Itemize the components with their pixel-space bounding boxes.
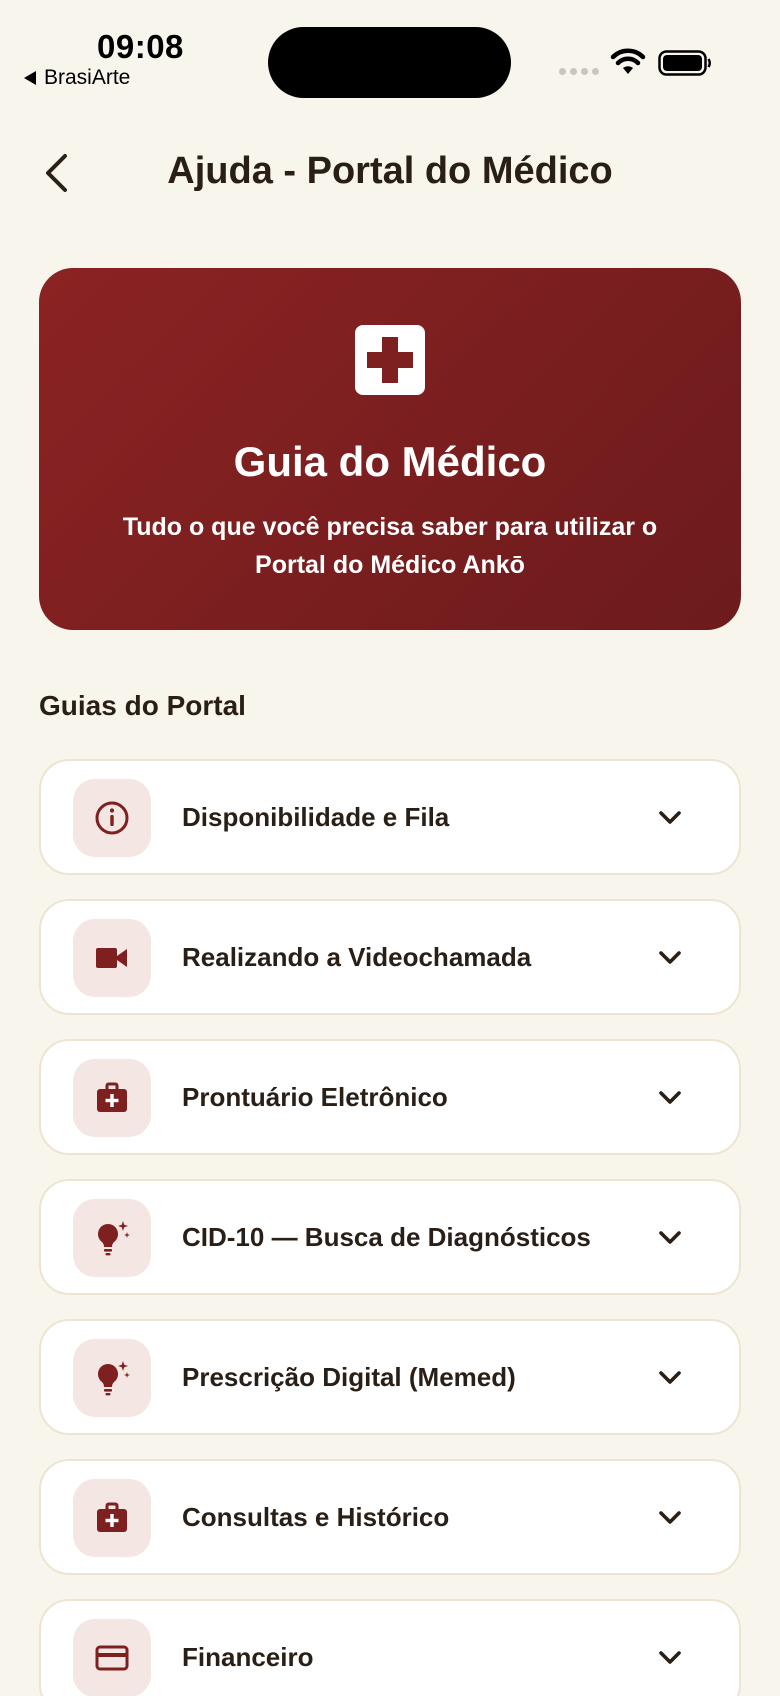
- battery-icon: [658, 50, 711, 76]
- guide-item-label: Financeiro: [182, 1641, 314, 1672]
- chevron-down-icon: [659, 1091, 681, 1104]
- medical-cross-icon: [355, 325, 425, 395]
- dynamic-island: [268, 27, 511, 98]
- status-back-app-label: BrasiArte: [44, 66, 131, 89]
- video-camera-icon: [73, 919, 151, 997]
- chevron-down-icon: [659, 951, 681, 964]
- guide-item-cid10[interactable]: CID-10 — Busca de Diagnósticos: [39, 1179, 741, 1295]
- medical-kit-icon: [73, 1479, 151, 1557]
- back-triangle-icon: [24, 71, 36, 85]
- guide-item-prescricao[interactable]: Prescrição Digital (Memed): [39, 1319, 741, 1435]
- lightbulb-sparkle-icon: [73, 1339, 151, 1417]
- guide-item-label: Realizando a Videochamada: [182, 941, 532, 972]
- guide-item-label: Consultas e Histórico: [182, 1501, 450, 1532]
- guide-item-label: CID-10 — Busca de Diagnósticos: [182, 1221, 591, 1252]
- wifi-icon: [610, 48, 646, 74]
- chevron-down-icon: [659, 1651, 681, 1664]
- credit-card-icon: [73, 1619, 151, 1696]
- guide-item-label: Prescrição Digital (Memed): [182, 1361, 516, 1392]
- hero-card: Guia do Médico Tudo o que você precisa s…: [39, 268, 741, 630]
- status-back-to-app[interactable]: BrasiArte: [24, 66, 130, 90]
- guide-item-label: Disponibilidade e Fila: [182, 801, 450, 832]
- hero-subtitle: Tudo o que você precisa saber para utili…: [122, 513, 658, 579]
- guide-item-disponibilidade[interactable]: Disponibilidade e Fila: [39, 759, 741, 875]
- info-icon: [73, 779, 151, 857]
- guide-item-consultas[interactable]: Consultas e Histórico: [39, 1459, 741, 1575]
- chevron-down-icon: [659, 1371, 681, 1384]
- guide-item-label: Prontuário Eletrônico: [182, 1081, 448, 1112]
- cellular-signal-icon: [559, 68, 599, 75]
- guides-list: Disponibilidade e Fila Realizando a Vide…: [39, 759, 741, 1696]
- guide-item-financeiro[interactable]: Financeiro: [39, 1599, 741, 1696]
- guide-item-videochamada[interactable]: Realizando a Videochamada: [39, 899, 741, 1015]
- section-title: Guias do Portal: [39, 690, 246, 721]
- help-screen: 09:08 BrasiArte Ajuda - Portal do Médico…: [0, 0, 780, 1696]
- medical-kit-icon: [73, 1059, 151, 1137]
- page-title: Ajuda - Portal do Médico: [167, 150, 613, 192]
- lightbulb-sparkle-icon: [73, 1199, 151, 1277]
- chevron-down-icon: [659, 1511, 681, 1524]
- chevron-down-icon: [659, 811, 681, 824]
- chevron-down-icon: [659, 1231, 681, 1244]
- status-time: 09:08: [97, 28, 184, 65]
- guide-item-prontuario[interactable]: Prontuário Eletrônico: [39, 1039, 741, 1155]
- hero-title: Guia do Médico: [233, 438, 547, 485]
